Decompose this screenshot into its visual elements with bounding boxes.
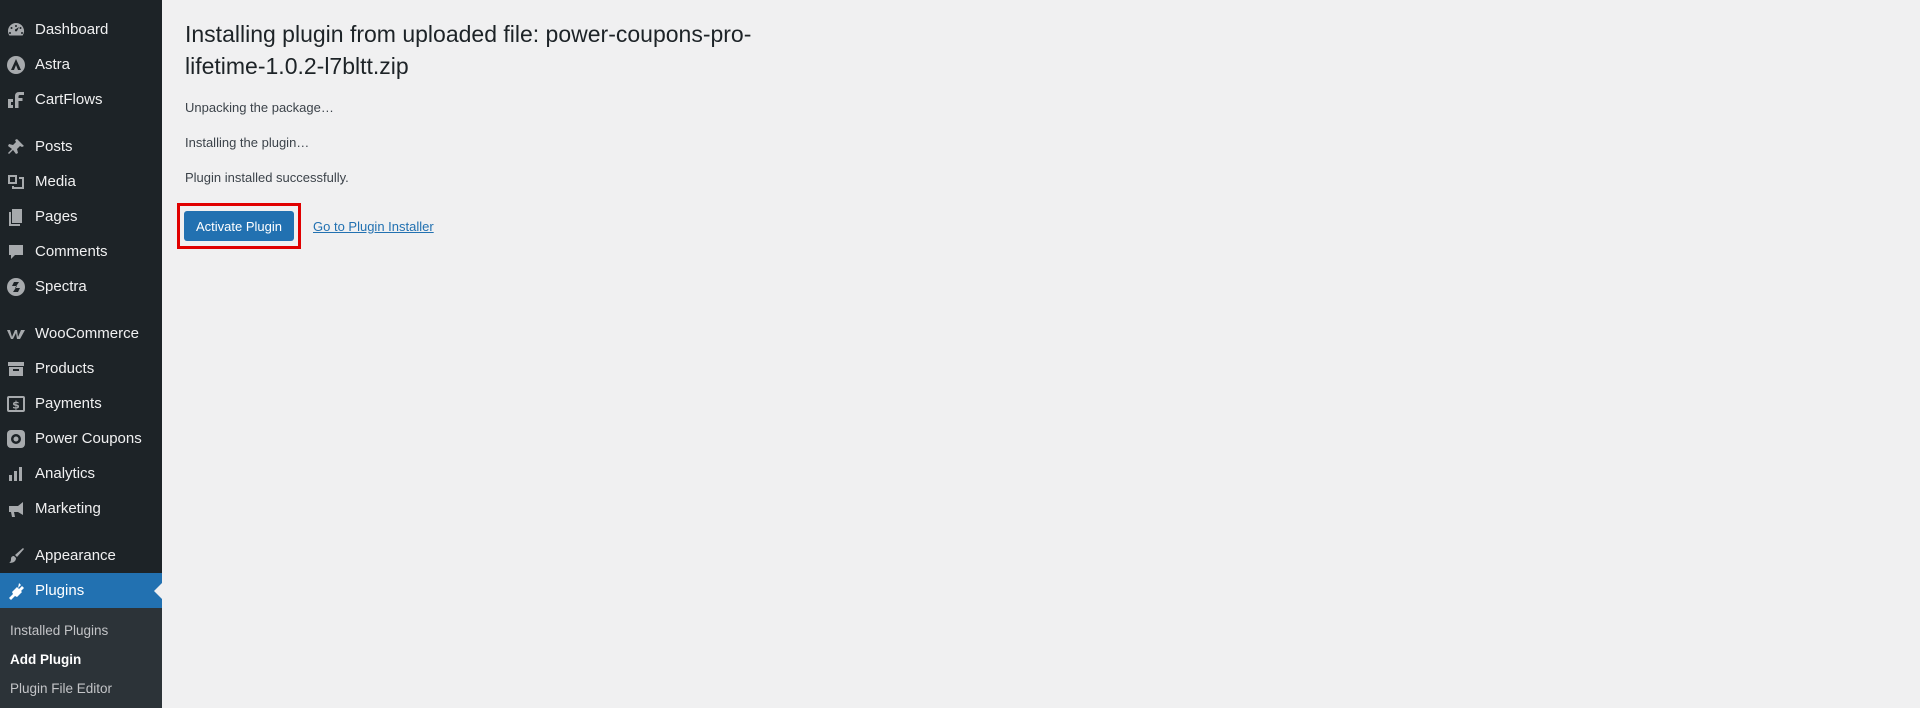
activate-plugin-button[interactable]: Activate Plugin: [184, 211, 294, 241]
dashboard-icon: [6, 20, 26, 40]
log-unpacking: Unpacking the package…: [185, 100, 334, 115]
astra-icon: [6, 55, 26, 75]
menu-label: Comments: [35, 243, 108, 260]
plugins-submenu: Installed Plugins Add Plugin Plugin File…: [0, 608, 162, 708]
spectra-icon: [6, 277, 26, 297]
menu-label: Marketing: [35, 500, 101, 517]
menu-item-plugins[interactable]: Plugins: [0, 573, 162, 608]
menu-label: Astra: [35, 56, 71, 73]
menu-item-woocommerce[interactable]: WooCommerce: [0, 316, 162, 351]
menu-label: Payments: [35, 395, 102, 412]
megaphone-icon: [6, 499, 26, 519]
pin-icon: [6, 137, 26, 157]
woocommerce-icon: [6, 324, 26, 344]
menu-item-payments[interactable]: $ Payments: [0, 386, 162, 421]
submenu-installed-plugins[interactable]: Installed Plugins: [0, 616, 162, 645]
svg-text:$: $: [12, 398, 20, 411]
menu-item-dashboard[interactable]: Dashboard: [0, 12, 162, 47]
menu-label: Analytics: [35, 465, 96, 482]
bar-chart-icon: [6, 464, 26, 484]
menu-item-media[interactable]: Media: [0, 164, 162, 199]
dollar-icon: $: [6, 394, 26, 414]
comment-icon: [6, 242, 26, 262]
plug-icon: [6, 581, 26, 601]
submenu-add-plugin[interactable]: Add Plugin: [0, 645, 162, 674]
menu-item-cartflows[interactable]: CartFlows: [0, 82, 162, 117]
menu-label: Posts: [35, 138, 73, 155]
menu-label: Media: [35, 173, 76, 190]
coupon-icon: [6, 429, 26, 449]
page-title: Installing plugin from uploaded file: po…: [185, 21, 752, 79]
log-success: Plugin installed successfully.: [185, 170, 349, 185]
action-row: Activate Plugin Go to Plugin Installer: [177, 203, 785, 249]
menu-item-pages[interactable]: Pages: [0, 199, 162, 234]
menu-label: Appearance: [35, 547, 116, 564]
menu-label: CartFlows: [35, 91, 103, 108]
main-content: Installing plugin from uploaded file: po…: [177, 18, 785, 249]
menu-label: Pages: [35, 208, 78, 225]
paintbrush-icon: [6, 546, 26, 566]
admin-menu: Dashboard Astra CartFlows Posts Media Pa…: [0, 0, 162, 608]
submenu-plugin-file-editor[interactable]: Plugin File Editor: [0, 674, 162, 703]
menu-label: WooCommerce: [35, 325, 139, 342]
log-installing: Installing the plugin…: [185, 135, 310, 150]
plugin-installer-link[interactable]: Go to Plugin Installer: [313, 219, 434, 234]
menu-item-comments[interactable]: Comments: [0, 234, 162, 269]
menu-item-products[interactable]: Products: [0, 351, 162, 386]
menu-item-power-coupons[interactable]: Power Coupons: [0, 421, 162, 456]
admin-sidebar: Dashboard Astra CartFlows Posts Media Pa…: [0, 0, 162, 708]
menu-label: Dashboard: [35, 21, 109, 38]
menu-label: Power Coupons: [35, 430, 142, 447]
menu-label: Plugins: [35, 582, 85, 599]
menu-item-posts[interactable]: Posts: [0, 129, 162, 164]
archive-icon: [6, 359, 26, 379]
menu-item-appearance[interactable]: Appearance: [0, 538, 162, 573]
menu-item-marketing[interactable]: Marketing: [0, 491, 162, 526]
menu-item-astra[interactable]: Astra: [0, 47, 162, 82]
highlight-box: Activate Plugin: [177, 203, 301, 249]
media-icon: [6, 172, 26, 192]
menu-label: Spectra: [35, 278, 87, 295]
cartflows-icon: [6, 90, 26, 110]
menu-item-spectra[interactable]: Spectra: [0, 269, 162, 304]
menu-item-analytics[interactable]: Analytics: [0, 456, 162, 491]
menu-label: Products: [35, 360, 95, 377]
pages-icon: [6, 207, 26, 227]
